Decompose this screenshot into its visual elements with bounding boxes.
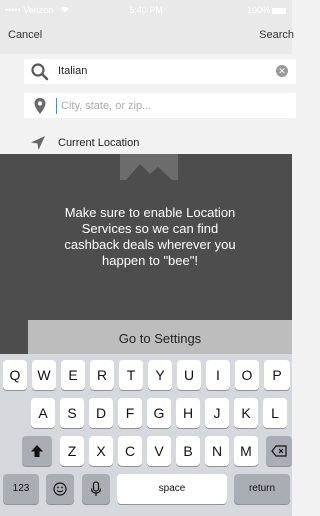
cancel-button[interactable]: Cancel (8, 29, 42, 41)
key-e[interactable]: E (61, 360, 85, 390)
search-button[interactable]: Search (259, 29, 294, 41)
status-bar: ••••• Verizon 5:40 PM 100% (0, 0, 292, 20)
shift-icon (30, 443, 44, 459)
key-j[interactable]: J (205, 398, 229, 428)
key-x[interactable]: X (89, 436, 113, 466)
current-location-label: Current Location (58, 137, 140, 149)
clear-icon[interactable]: ✕ (276, 65, 288, 77)
key-i[interactable]: I (206, 360, 230, 390)
space-key[interactable]: space (117, 474, 227, 504)
numbers-key[interactable]: 123 (3, 474, 39, 504)
location-services-panel: Make sure to enable Location Services so… (0, 154, 292, 362)
key-p[interactable]: P (264, 360, 290, 390)
microphone-key[interactable] (82, 474, 110, 504)
key-b[interactable]: B (176, 436, 200, 466)
keyboard: Q W E R T Y U I O P A S D F G H J K L Z … (0, 354, 292, 516)
search-query-field[interactable]: Italian ✕ (24, 59, 296, 84)
key-y[interactable]: Y (148, 360, 172, 390)
search-icon (30, 62, 50, 82)
delete-icon (271, 443, 287, 459)
key-z[interactable]: Z (60, 436, 84, 466)
battery-status: 100% (247, 5, 286, 15)
map-icon (120, 154, 178, 180)
key-k[interactable]: K (234, 398, 258, 428)
location-arrow-icon (30, 135, 46, 151)
battery-percent: 100% (246, 5, 270, 15)
key-a[interactable]: A (31, 398, 55, 428)
key-c[interactable]: C (118, 436, 142, 466)
key-h[interactable]: H (176, 398, 200, 428)
location-services-message: Make sure to enable Location Services so… (64, 205, 236, 268)
battery-icon (272, 8, 286, 14)
key-f[interactable]: F (118, 398, 142, 428)
delete-key[interactable] (266, 436, 292, 466)
location-input[interactable] (56, 98, 281, 114)
emoji-icon (53, 481, 67, 497)
location-pin-icon (30, 96, 50, 116)
search-query-text[interactable]: Italian (58, 65, 87, 77)
microphone-icon (90, 481, 102, 497)
key-q[interactable]: Q (3, 360, 27, 390)
key-g[interactable]: G (147, 398, 171, 428)
return-key[interactable]: return (234, 474, 290, 504)
key-s[interactable]: S (60, 398, 84, 428)
location-field[interactable] (24, 93, 296, 118)
shift-key[interactable] (22, 436, 52, 466)
key-n[interactable]: N (205, 436, 229, 466)
key-l[interactable]: L (263, 398, 287, 428)
key-o[interactable]: O (235, 360, 259, 390)
key-v[interactable]: V (147, 436, 171, 466)
key-m[interactable]: M (234, 436, 258, 466)
key-d[interactable]: D (89, 398, 113, 428)
key-r[interactable]: R (90, 360, 114, 390)
key-w[interactable]: W (32, 360, 56, 390)
key-t[interactable]: T (119, 360, 143, 390)
key-u[interactable]: U (177, 360, 201, 390)
nav-bar: Cancel Search (0, 20, 294, 54)
emoji-key[interactable] (46, 474, 74, 504)
